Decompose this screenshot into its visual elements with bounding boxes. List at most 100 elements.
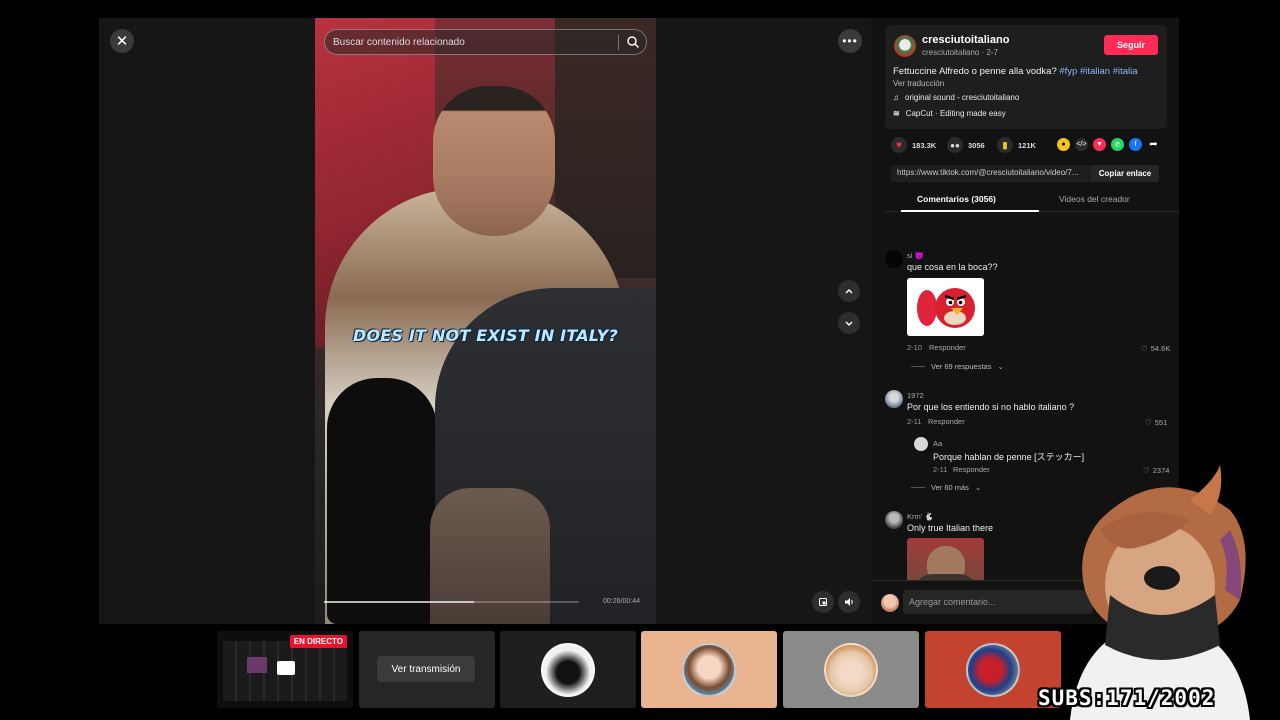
reply-username[interactable]: Aa [933,439,942,448]
channel-card[interactable] [641,631,777,708]
like-button[interactable]: ♥ 183.3K [891,137,936,153]
chevron-down-icon: ⌄ [974,483,982,492]
video-tattoo-arm [430,488,550,624]
channel-card[interactable] [500,631,636,708]
video-progress-bar[interactable] [324,601,579,603]
video-area: ✕ DOES IT NOT EXIST IN ITALY? ••• 00:26/… [99,18,871,624]
sound-link[interactable]: ♫ original sound - cresciutoitaliano [893,93,1019,102]
facebook-icon[interactable]: f [1129,138,1142,151]
capcut-link[interactable]: ≋ CapCut · Editing made easy [893,109,1006,118]
view-more-label: Ver 60 más [931,483,969,492]
comment-button[interactable]: ●● 3056 [947,137,985,153]
commenter-avatar[interactable] [885,511,903,529]
chevron-up-icon [845,289,853,294]
monitor-icon [277,661,295,675]
heart-outline-icon: ♡ [1145,418,1152,427]
heart-outline-icon: ♡ [1141,344,1148,353]
reply-avatar[interactable] [914,437,928,451]
view-more-replies-button[interactable]: Ver 60 más ⌄ [911,483,981,492]
ellipsis-icon: ••• [842,34,858,48]
tiktok-video-window: ✕ DOES IT NOT EXIST IN ITALY? ••• 00:26/… [99,18,1179,624]
picture-in-picture-icon [819,598,827,606]
share-link-row: https://www.tiktok.com/@cresciutoitalian… [891,165,1159,182]
tab-creator-videos[interactable]: Videos del creador [1059,194,1130,204]
video-description: Fettuccine Alfredo o penne alla vodka? #… [893,66,1138,77]
hashtag-link[interactable]: #fyp [1059,66,1077,77]
channel-avatar [966,643,1020,697]
comment-like-button[interactable]: ♡ 551 [1145,418,1167,427]
commenter-avatar[interactable] [885,390,903,408]
reply-button[interactable]: Responder [928,417,965,426]
pip-button[interactable] [812,591,834,613]
hashtag-link[interactable]: #italia [1113,66,1138,77]
capcut-icon: ≋ [893,109,900,118]
vtuber-avatar [1070,465,1250,720]
whatsapp-icon[interactable]: ✆ [1111,138,1124,151]
next-video-button[interactable] [838,312,860,334]
copy-link-button[interactable]: Copiar enlace [1091,165,1159,182]
tab-comments[interactable]: Comentarios (3056) [917,194,996,204]
capcut-label: CapCut · Editing made easy [905,109,1006,118]
share-arrow-icon[interactable]: ➦ [1147,138,1160,151]
video-person-head [433,86,555,236]
comment-bubble-icon: ●● [947,137,963,153]
close-icon: ✕ [115,33,129,50]
comment-date: 2-10 [907,343,923,352]
comment-username[interactable]: Krm' 🐇 [907,512,934,521]
bookmark-icon: ▮ [997,137,1013,153]
follow-button[interactable]: Seguir [1104,35,1158,55]
watch-stream-button[interactable]: Ver transmisión [377,656,475,682]
heart-icon: ♥ [891,137,907,153]
volume-button[interactable] [838,591,860,613]
save-button[interactable]: ▮ 121K [997,137,1036,153]
comment-username[interactable]: 1972 [907,391,924,400]
previous-video-button[interactable] [838,280,860,302]
video-url[interactable]: https://www.tiktok.com/@cresciutoitalian… [897,168,1087,177]
video-timecode: 00:26/00:44 [603,598,640,605]
creator-name[interactable]: cresciutoitaliano [922,34,1009,46]
related-search-bar[interactable] [324,29,647,55]
comment-sticker-image [907,278,984,336]
video-caption: DOES IT NOT EXIST IN ITALY? [353,326,618,345]
stream-canvas: ✕ DOES IT NOT EXIST IN ITALY? ••• 00:26/… [0,0,1280,720]
current-user-avatar [881,594,899,612]
close-button[interactable]: ✕ [110,29,134,53]
hashtag-link[interactable]: #italian [1080,66,1110,77]
comment-image [907,538,984,580]
video-microphone [327,378,437,624]
coin-icon[interactable]: ● [1057,138,1070,151]
engagement-stats: ♥ 183.3K ●● 3056 ▮ 121K ● </> ▼ ✆ f ➦ [887,137,1167,155]
reply-date: 2-11 [933,465,948,474]
channel-avatar [824,643,878,697]
comment-like-count: 551 [1154,418,1168,427]
comment-like-count: 54.6K [1150,344,1171,353]
embed-code-icon[interactable]: </> [1075,138,1088,151]
comment-text: Por que los entiendo si no hablo italian… [907,402,1075,412]
search-divider [618,35,619,50]
reply-button[interactable]: Responder [929,343,966,352]
comment-text: que cosa en la boca?? [907,262,998,272]
comment-username[interactable]: si 😈 [907,251,924,260]
live-preview-tile [247,657,267,673]
live-preview-thumbnail[interactable]: EN DIRECTO [217,631,353,708]
comments-tabs: Comentarios (3056) Videos del creador [885,190,1179,212]
music-note-icon: ♫ [893,93,899,102]
comment-like-button[interactable]: ♡ 54.6K [1141,344,1170,353]
commenter-avatar[interactable] [885,250,903,268]
translate-link[interactable]: Ver traducción [893,79,944,88]
channel-card[interactable] [783,631,919,708]
video-progress-fill [324,601,475,603]
view-replies-button[interactable]: Ver 69 respuestas ⌄ [911,362,1004,371]
video-player[interactable]: DOES IT NOT EXIST IN ITALY? [315,18,656,624]
speaker-icon [844,598,853,606]
live-badge: EN DIRECTO [289,635,347,648]
repost-icon[interactable]: ▼ [1093,138,1106,151]
more-options-button[interactable]: ••• [838,29,862,53]
reply-button[interactable]: Responder [953,465,990,474]
active-tab-indicator [901,210,1039,212]
comment-text: Only true Italian there [907,523,994,533]
search-icon[interactable] [626,35,640,49]
creator-avatar[interactable] [894,35,916,57]
related-search-input[interactable] [333,30,613,54]
creator-card: cresciutoitaliano cresciutoitaliano · 2-… [885,25,1167,129]
